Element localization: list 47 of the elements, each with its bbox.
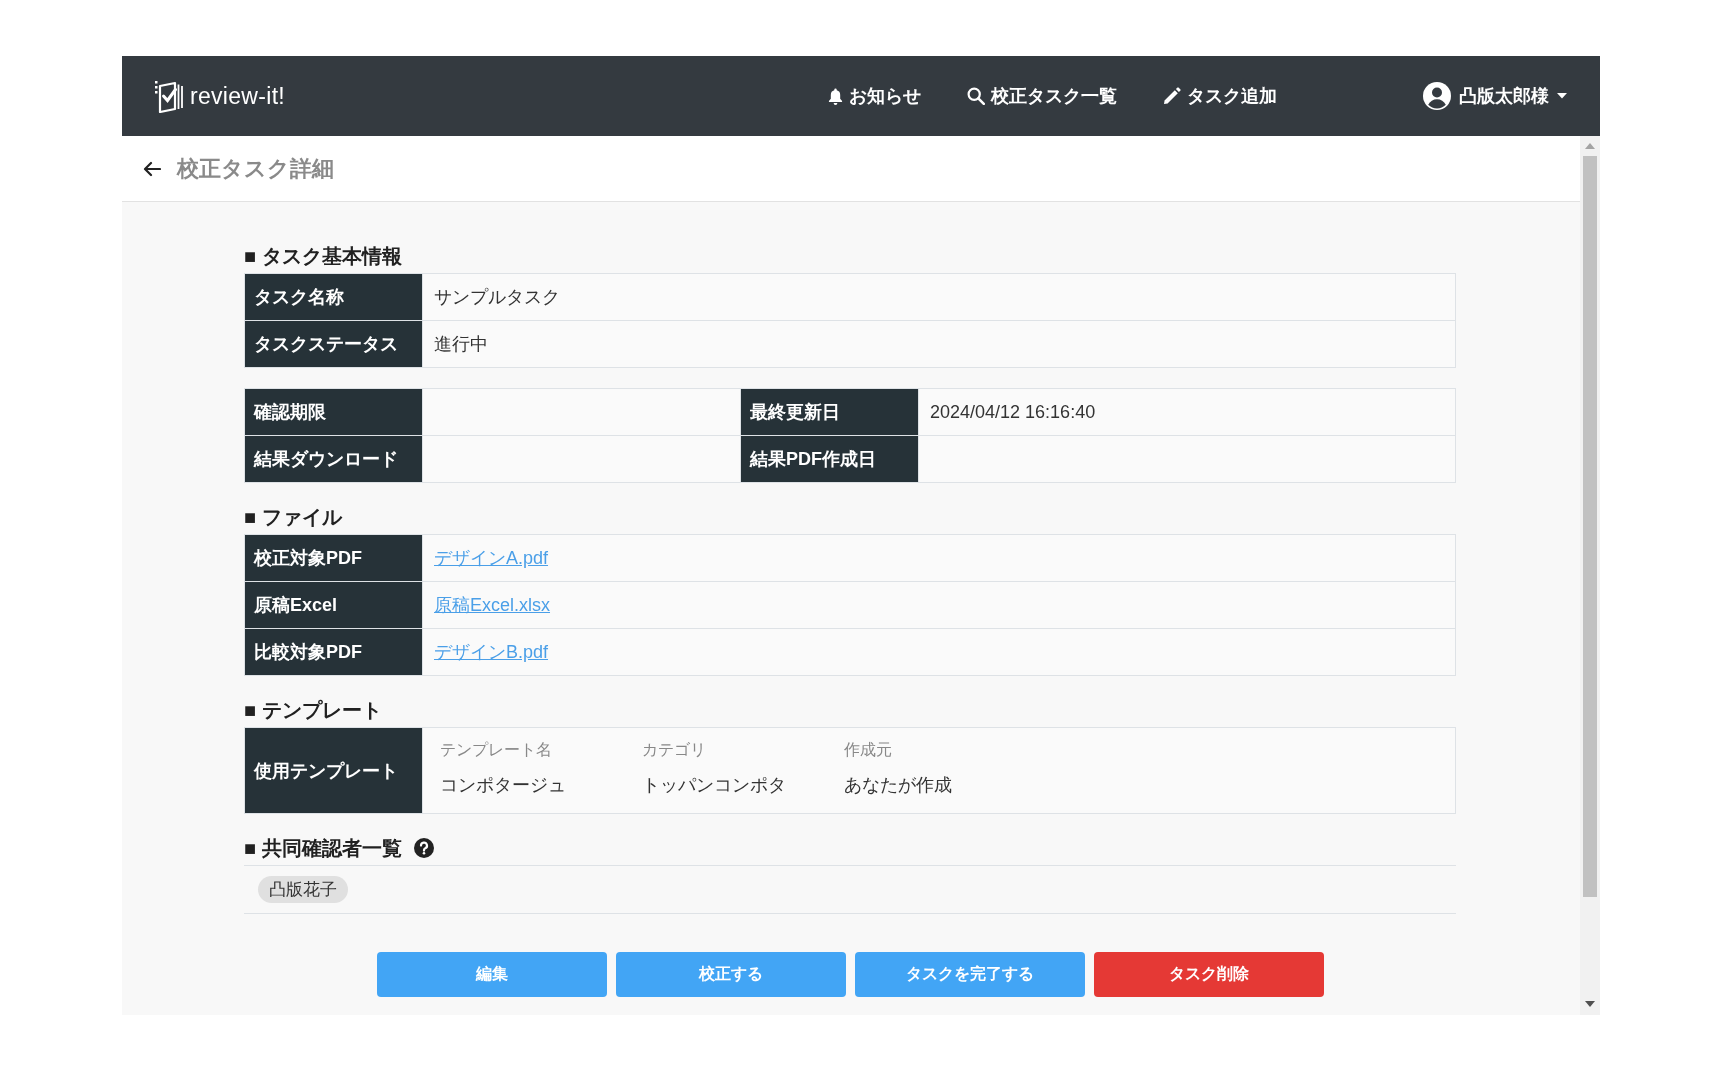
back-arrow-icon[interactable] — [143, 160, 161, 177]
section-heading: ■ 共同確認者一覧 — [244, 836, 402, 861]
delete-button[interactable]: タスク削除 — [1093, 952, 1324, 997]
collaborator-tag: 凸版花子 — [258, 876, 348, 903]
user-avatar-icon — [1423, 82, 1451, 110]
field-label: 確認期限 — [244, 388, 423, 436]
field-label: 結果ダウンロード — [244, 435, 423, 483]
user-menu[interactable]: 凸版太郎様 — [1423, 82, 1567, 110]
field-label: 使用テンプレート — [244, 727, 423, 814]
template-field-value: トッパンコンポタ — [642, 774, 786, 797]
scrollbar-thumb[interactable] — [1583, 156, 1597, 897]
nav-link[interactable]: タスク追加 — [1163, 84, 1277, 108]
field-label: 原稿Excel — [244, 581, 423, 629]
field-label: 結果PDF作成日 — [740, 435, 919, 483]
logo-text: review-it! — [190, 82, 285, 110]
template-field-label: 作成元 — [844, 740, 892, 760]
nav-link[interactable]: 校正タスク一覧 — [967, 84, 1117, 108]
template-field-value: コンポタージュ — [440, 774, 566, 797]
action-button[interactable]: 編集 — [376, 952, 607, 997]
field-label: 最終更新日 — [740, 388, 919, 436]
field-value: 進行中 — [422, 320, 1456, 368]
logo-icon — [154, 79, 184, 113]
action-button[interactable]: タスクを完了する — [854, 952, 1085, 997]
section-heading: ■ タスク基本情報 — [244, 244, 402, 269]
help-icon[interactable] — [413, 838, 434, 858]
action-button[interactable]: 校正する — [615, 952, 846, 997]
field-label: タスク名称 — [244, 273, 423, 321]
section-heading: ■ テンプレート — [244, 698, 382, 723]
template-field-label: テンプレート名 — [440, 740, 552, 760]
caret-icon — [1557, 93, 1567, 99]
field-value: サンプルタスク — [422, 273, 1456, 321]
pencil-icon — [1163, 87, 1181, 105]
field-label: 校正対象PDF — [244, 534, 423, 582]
scroll-down-icon[interactable] — [1585, 1001, 1595, 1007]
file-link[interactable]: 原稿Excel.xlsx — [434, 595, 550, 615]
file-link[interactable]: デザインA.pdf — [434, 548, 549, 568]
page-title: 校正タスク詳細 — [177, 154, 334, 183]
file-link[interactable]: デザインB.pdf — [434, 642, 549, 662]
field-value: 2024/04/12 16:16:40 — [918, 388, 1456, 436]
bell-icon — [828, 87, 843, 105]
template-field-value: あなたが作成 — [844, 774, 952, 797]
section-heading: ■ ファイル — [244, 505, 342, 530]
field-label: タスクステータス — [244, 320, 423, 368]
nav-link[interactable]: お知らせ — [828, 84, 921, 108]
template-field-label: カテゴリ — [642, 740, 706, 760]
field-label: 比較対象PDF — [244, 628, 423, 676]
search-icon — [967, 87, 985, 105]
